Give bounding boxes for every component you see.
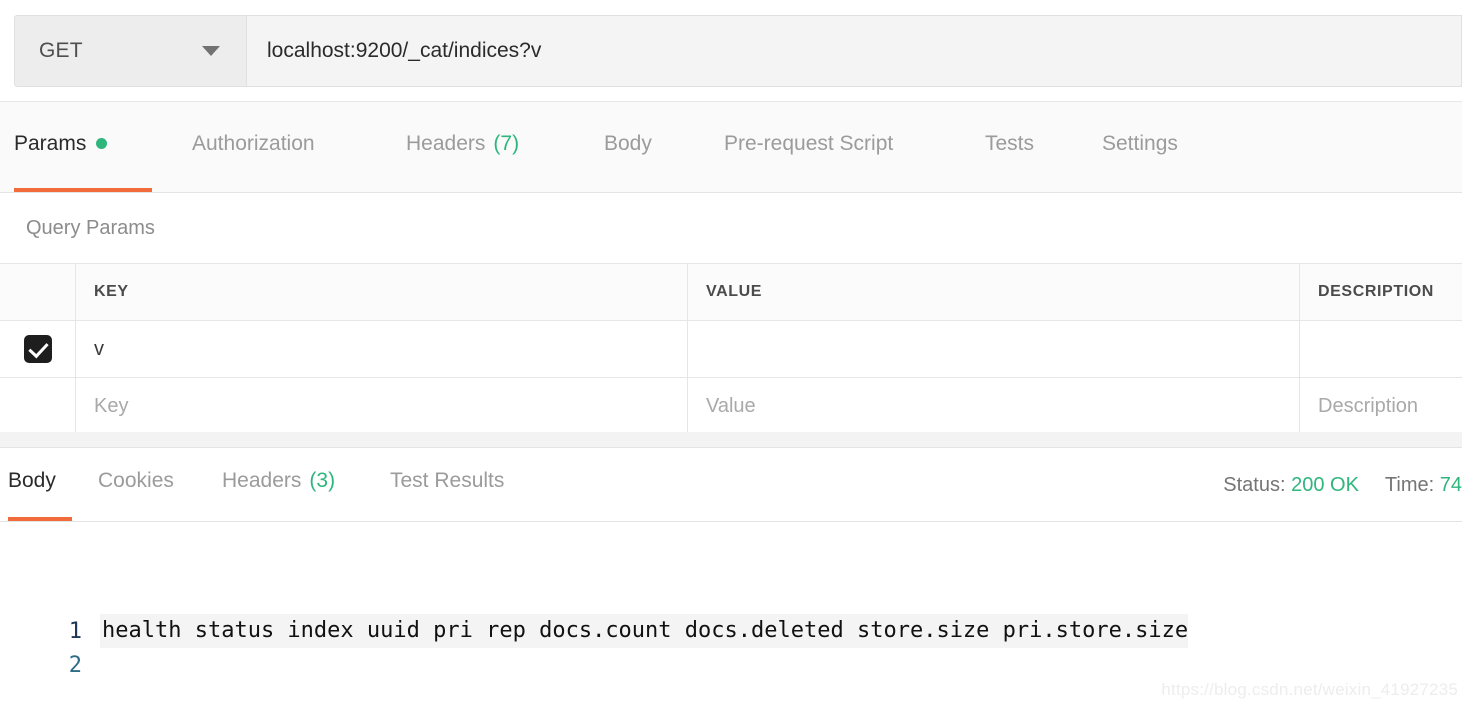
- tab-headers-count: (7): [493, 131, 520, 155]
- response-body-code[interactable]: 1 health status index uuid pri rep docs.…: [0, 614, 1462, 718]
- query-params-header: Query Params: [0, 193, 1462, 263]
- header-cell-key: KEY: [75, 264, 687, 320]
- postman-request-response-view: GET localhost:9200/_cat/indices?v Params…: [0, 0, 1462, 718]
- new-row-value-cell[interactable]: Value: [687, 378, 1299, 434]
- row-key-cell[interactable]: v: [75, 321, 687, 377]
- time-label: Time:: [1384, 473, 1435, 496]
- response-body-toolbar: Pretty Raw Preview Visualize BETA Text: [0, 522, 1462, 614]
- response-tab-test-results-label: Test Results: [390, 469, 505, 492]
- tab-pre-request-script-label: Pre-request Script: [724, 131, 894, 155]
- tab-params-label: Params: [14, 131, 87, 155]
- status-label: Status:: [1223, 473, 1286, 496]
- line-number: 2: [68, 652, 82, 678]
- tab-params[interactable]: Params: [14, 101, 152, 192]
- response-tab-body[interactable]: Body: [8, 447, 72, 521]
- watermark: https://blog.csdn.net/weixin_41927235: [1161, 680, 1458, 699]
- response-tab-headers-label: Headers: [222, 469, 302, 492]
- url-input-value: localhost:9200/_cat/indices?v: [267, 39, 542, 62]
- url-bar: GET localhost:9200/_cat/indices?v: [0, 0, 1462, 102]
- http-method-selector[interactable]: GET: [14, 15, 247, 87]
- status-value: 200 OK: [1291, 473, 1359, 496]
- table-new-row[interactable]: Key Value Description: [0, 377, 1462, 435]
- code-line: 2: [0, 648, 1462, 682]
- tab-authorization[interactable]: Authorization: [192, 101, 347, 192]
- tab-authorization-label: Authorization: [192, 131, 315, 155]
- query-params-table: KEY VALUE DESCRIPTION v Key Value Descri…: [0, 263, 1462, 435]
- chevron-down-icon: [202, 46, 220, 56]
- tab-tests-label: Tests: [985, 131, 1035, 155]
- unsaved-dot-icon: [96, 138, 108, 149]
- tab-pre-request-script[interactable]: Pre-request Script: [724, 101, 927, 192]
- status-badge: Status: 200 OK: [1223, 474, 1359, 497]
- url-input[interactable]: localhost:9200/_cat/indices?v: [247, 15, 1462, 87]
- response-tab-headers-count: (3): [309, 469, 336, 492]
- column-header-value: VALUE: [706, 283, 763, 300]
- header-cell-select: [0, 264, 75, 320]
- header-cell-value: VALUE: [687, 264, 1299, 320]
- new-row-select-cell: [0, 378, 75, 434]
- response-tab-cookies-label: Cookies: [98, 469, 174, 492]
- time-value: 74: [1439, 473, 1462, 496]
- response-tab-cookies[interactable]: Cookies: [98, 447, 188, 521]
- response-tab-test-results[interactable]: Test Results: [390, 447, 527, 521]
- header-cell-description: DESCRIPTION: [1299, 264, 1462, 320]
- new-param-value-placeholder: Value: [706, 394, 756, 417]
- row-description-cell[interactable]: [1299, 321, 1462, 377]
- tab-settings-label: Settings: [1102, 131, 1178, 155]
- row-select-cell: [0, 321, 75, 377]
- line-number: 1: [68, 618, 82, 644]
- column-header-description: DESCRIPTION: [1318, 283, 1434, 300]
- table-header-row: KEY VALUE DESCRIPTION: [0, 263, 1462, 320]
- new-param-key-placeholder: Key: [94, 394, 129, 417]
- new-param-description-placeholder: Description: [1318, 394, 1419, 417]
- column-header-key: KEY: [94, 283, 129, 300]
- tab-tests[interactable]: Tests: [985, 101, 1047, 192]
- tab-headers[interactable]: Headers (7): [406, 101, 539, 192]
- new-row-description-cell[interactable]: Description: [1299, 378, 1462, 434]
- response-tabs: Body Cookies Headers (3) Test Results St…: [0, 448, 1462, 522]
- line-content: [100, 662, 102, 668]
- http-method-label: GET: [39, 39, 83, 62]
- pane-splitter[interactable]: [0, 432, 1462, 448]
- line-content: health status index uuid pri rep docs.co…: [100, 614, 1189, 648]
- query-params-title: Query Params: [26, 216, 155, 239]
- code-line: 1 health status index uuid pri rep docs.…: [0, 614, 1462, 648]
- response-tab-body-label: Body: [8, 469, 56, 492]
- tab-body-label: Body: [604, 131, 652, 155]
- param-key-value: v: [94, 337, 104, 360]
- new-row-key-cell[interactable]: Key: [75, 378, 687, 434]
- time-badge: Time: 74: [1385, 474, 1462, 497]
- table-row[interactable]: v: [0, 320, 1462, 377]
- request-tabs: Params Authorization Headers (7) Body Pr…: [0, 102, 1462, 193]
- response-meta: Status: 200 OK Time: 74: [1223, 448, 1462, 522]
- row-value-cell[interactable]: [687, 321, 1299, 377]
- tab-body[interactable]: Body: [604, 101, 671, 192]
- param-enabled-checkbox[interactable]: [23, 335, 52, 363]
- tab-headers-label: Headers: [406, 131, 486, 155]
- tab-settings[interactable]: Settings: [1102, 101, 1195, 192]
- response-tab-headers[interactable]: Headers (3): [222, 447, 349, 521]
